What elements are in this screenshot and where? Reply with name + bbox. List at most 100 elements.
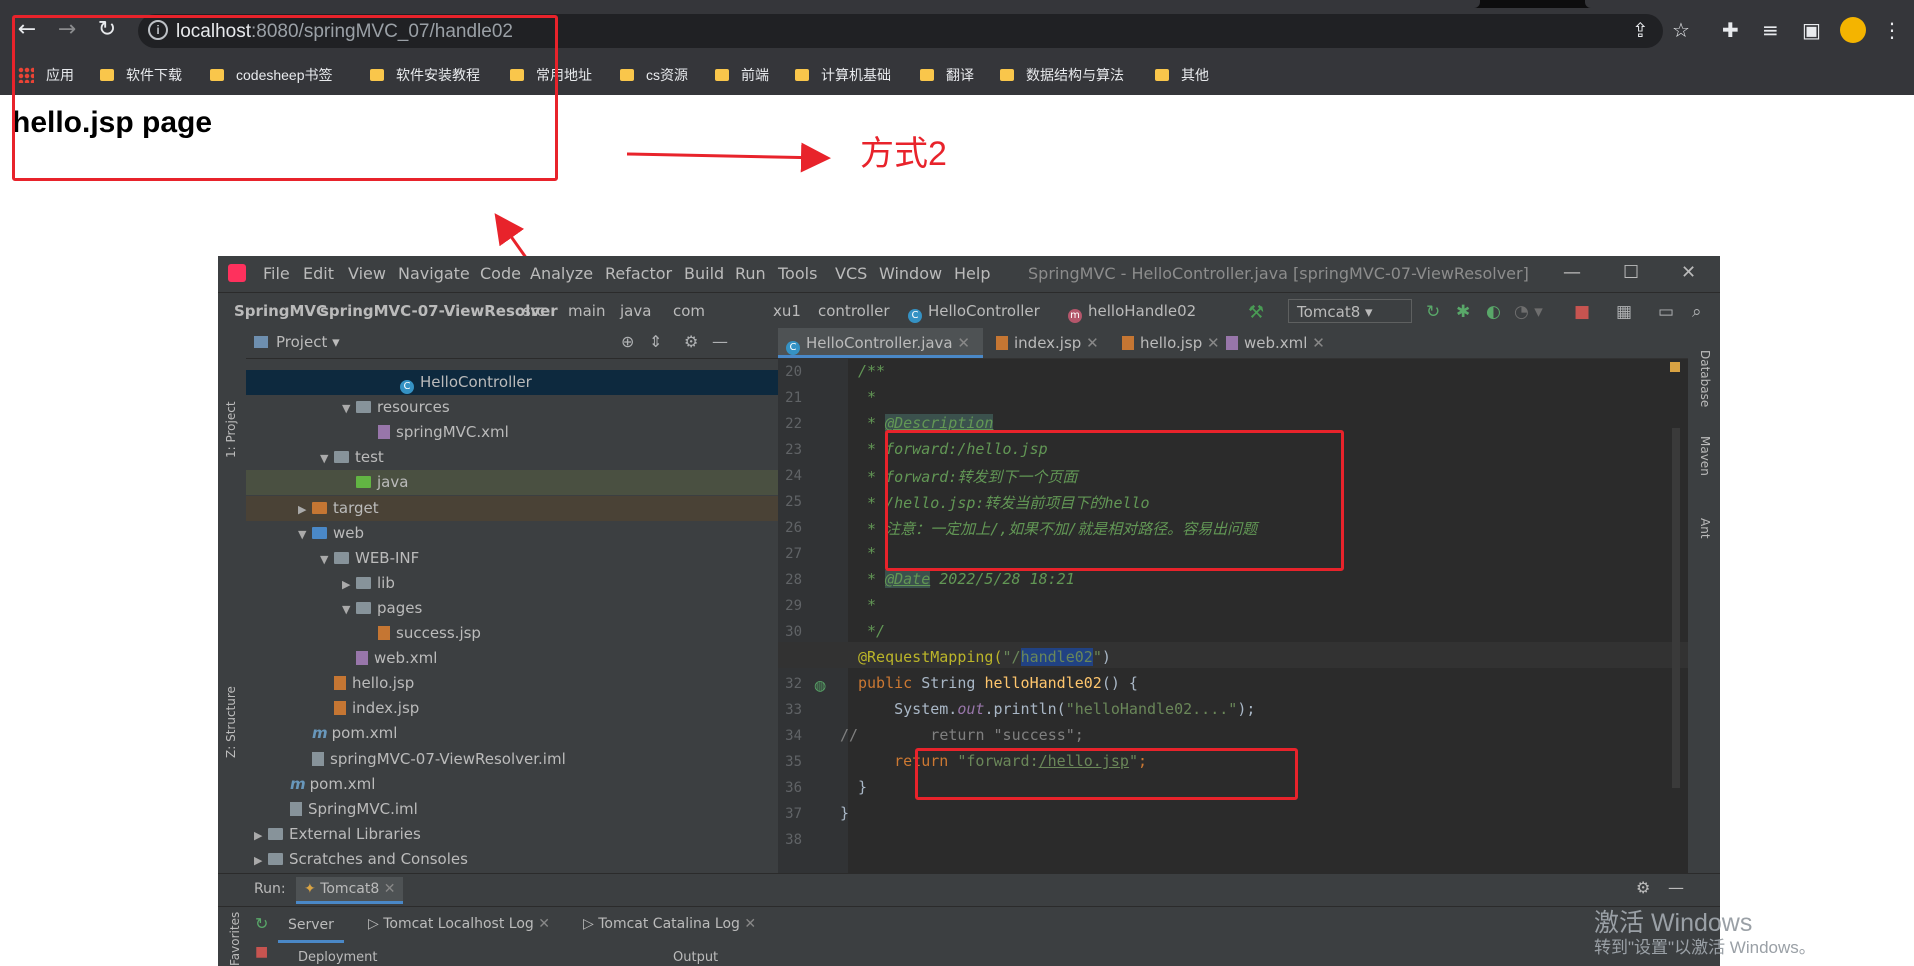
rerun-icon[interactable]: ↻ [1426, 302, 1440, 322]
collapse-arrow-icon[interactable]: ▶ [254, 848, 268, 873]
locate-icon[interactable]: ⊕ [621, 332, 634, 351]
subtab-server[interactable]: Server [278, 914, 344, 943]
tree-item[interactable]: hello.jsp [246, 671, 840, 696]
tree-item[interactable]: ▼ resources [246, 395, 862, 420]
rerun-icon[interactable]: ↻ [255, 914, 268, 933]
code-line-29[interactable]: * [858, 596, 876, 614]
layout-icon[interactable]: ▭ [1658, 302, 1674, 322]
breadcrumb-method[interactable]: m helloHandle02 [1068, 302, 1196, 323]
breadcrumb-item[interactable]: java [620, 302, 651, 320]
menu-vcs[interactable]: VCS [835, 264, 867, 283]
subtab-localhost-log[interactable]: ▷ Tomcat Localhost Log ✕ [368, 916, 550, 932]
build-hammer-icon[interactable]: ⚒ [1248, 302, 1264, 323]
code-line-34[interactable]: // return "success"; [840, 726, 1084, 744]
menu-window[interactable]: Window [879, 264, 942, 283]
tool-window-ant[interactable]: Ant [1698, 518, 1712, 539]
tree-item[interactable]: ▼ pages [246, 596, 862, 621]
tree-item[interactable]: ▶ target [246, 495, 818, 522]
code-line-28[interactable]: * @Date 2022/5/28 18:21 [858, 570, 1075, 588]
collapse-arrow-icon[interactable]: ▶ [342, 572, 356, 597]
menu-analyze[interactable]: Analyze [530, 264, 593, 283]
tab-hello-jsp[interactable]: hello.jsp ✕ [1114, 328, 1220, 358]
expand-arrow-icon[interactable]: ▼ [342, 396, 356, 421]
menu-help[interactable]: Help [954, 264, 990, 283]
tree-item[interactable]: m pom.xml [246, 772, 796, 797]
close-icon[interactable]: ✕ [1681, 262, 1696, 283]
menu-run[interactable]: Run [735, 264, 766, 283]
expand-arrow-icon[interactable]: ▼ [342, 597, 356, 622]
hide-panel-icon[interactable]: — [712, 332, 728, 351]
breadcrumb-item[interactable]: com [673, 302, 705, 320]
coverage-icon[interactable]: ◐ [1486, 302, 1501, 322]
code-line-30[interactable]: */ [858, 622, 885, 640]
minimize-icon[interactable]: — [1563, 262, 1581, 283]
project-view-dropdown[interactable]: Project ▾ [276, 333, 340, 351]
tree-item[interactable]: ▶ lib [246, 571, 862, 596]
expand-arrow-icon[interactable]: ▼ [320, 446, 334, 471]
gear-icon[interactable]: ⚙ [1636, 878, 1650, 897]
expand-arrow-icon[interactable]: ▼ [298, 522, 312, 547]
editor-scrollbar[interactable] [1672, 428, 1680, 788]
menu-tools[interactable]: Tools [778, 264, 817, 283]
menu-view[interactable]: View [348, 264, 386, 283]
close-tab-icon[interactable]: ✕ [1086, 334, 1099, 352]
tree-item[interactable]: ▶ Scratches and Consoles [246, 847, 774, 872]
tree-item[interactable]: ▶ External Libraries [246, 822, 774, 847]
close-tab-icon[interactable]: ✕ [538, 916, 550, 932]
debug-bug-icon[interactable]: ✱ [1456, 302, 1470, 322]
tab-hellocontroller[interactable]: C HelloController.java ✕ [778, 328, 983, 358]
close-tab-icon[interactable]: ✕ [1312, 334, 1325, 352]
stop-icon[interactable]: ■ [255, 944, 268, 960]
code-line-36[interactable]: } [858, 778, 867, 796]
run-tab-tomcat8[interactable]: ✦ Tomcat8 ✕ [296, 877, 404, 904]
gear-icon[interactable]: ⚙ [684, 332, 698, 351]
profile-icon[interactable]: ◔ ▾ [1514, 302, 1543, 322]
code-line-31[interactable]: @RequestMapping("/handle02") [858, 648, 1111, 666]
project-structure-icon[interactable]: ▦ [1616, 302, 1632, 322]
breadcrumb-item[interactable]: src [523, 302, 545, 320]
breadcrumb-item[interactable]: xu1 [773, 302, 801, 320]
menu-code[interactable]: Code [480, 264, 521, 283]
tree-item[interactable]: ▼ WEB-INF [246, 546, 840, 571]
menu-navigate[interactable]: Navigate [398, 264, 470, 283]
maximize-icon[interactable]: ☐ [1623, 262, 1639, 283]
breadcrumb-item[interactable]: SpringMVC [234, 302, 327, 320]
search-icon[interactable]: ⌕ [1692, 302, 1702, 322]
tab-index-jsp[interactable]: index.jsp ✕ [988, 328, 1099, 358]
close-tab-icon[interactable]: ✕ [384, 881, 396, 897]
collapse-arrow-icon[interactable]: ▶ [298, 497, 312, 522]
code-line-20[interactable]: /** [858, 362, 885, 380]
code-line-32[interactable]: public String helloHandle02() { [858, 674, 1138, 692]
inspection-warning-icon[interactable] [1670, 362, 1680, 372]
tree-item[interactable]: java [246, 470, 862, 496]
tree-item[interactable]: m pom.xml [246, 721, 818, 746]
hide-panel-icon[interactable]: — [1668, 878, 1684, 897]
breadcrumb-item[interactable]: controller [818, 302, 890, 320]
tool-window-maven[interactable]: Maven [1698, 436, 1712, 476]
tree-item[interactable]: web.xml [246, 646, 862, 671]
tab-web-xml[interactable]: web.xml ✕ [1218, 328, 1328, 358]
tree-item[interactable]: index.jsp [246, 696, 840, 721]
tree-item[interactable]: SpringMVC.iml [246, 797, 796, 822]
expand-arrow-icon[interactable]: ▼ [320, 547, 334, 572]
menu-refactor[interactable]: Refactor [605, 264, 672, 283]
tree-item[interactable]: ▼ web [246, 521, 818, 546]
tool-window-favorites[interactable]: Favorites [228, 912, 242, 966]
tool-window-structure[interactable]: Z: Structure [224, 686, 238, 758]
breadcrumb-class[interactable]: C HelloController [908, 302, 1040, 323]
collapse-all-icon[interactable]: ⇕ [649, 332, 662, 351]
tool-window-database[interactable]: Database [1698, 350, 1712, 407]
menu-edit[interactable]: Edit [303, 264, 334, 283]
code-line-27[interactable]: * [858, 544, 876, 562]
close-tab-icon[interactable]: ✕ [744, 916, 756, 932]
stop-icon[interactable]: ■ [1574, 302, 1590, 322]
collapse-arrow-icon[interactable]: ▶ [254, 823, 268, 848]
subtab-catalina-log[interactable]: ▷ Tomcat Catalina Log ✕ [583, 916, 756, 932]
code-line-21[interactable]: * [858, 388, 876, 406]
tree-item[interactable]: ▼ test [246, 445, 840, 470]
breadcrumb-item[interactable]: main [568, 302, 605, 320]
menu-build[interactable]: Build [684, 264, 724, 283]
tool-window-project[interactable]: 1: Project [224, 401, 238, 458]
code-line-33[interactable]: System.out.println("helloHandle02...."); [858, 700, 1255, 718]
run-config-dropdown[interactable]: Tomcat8 ▾ [1288, 299, 1412, 323]
